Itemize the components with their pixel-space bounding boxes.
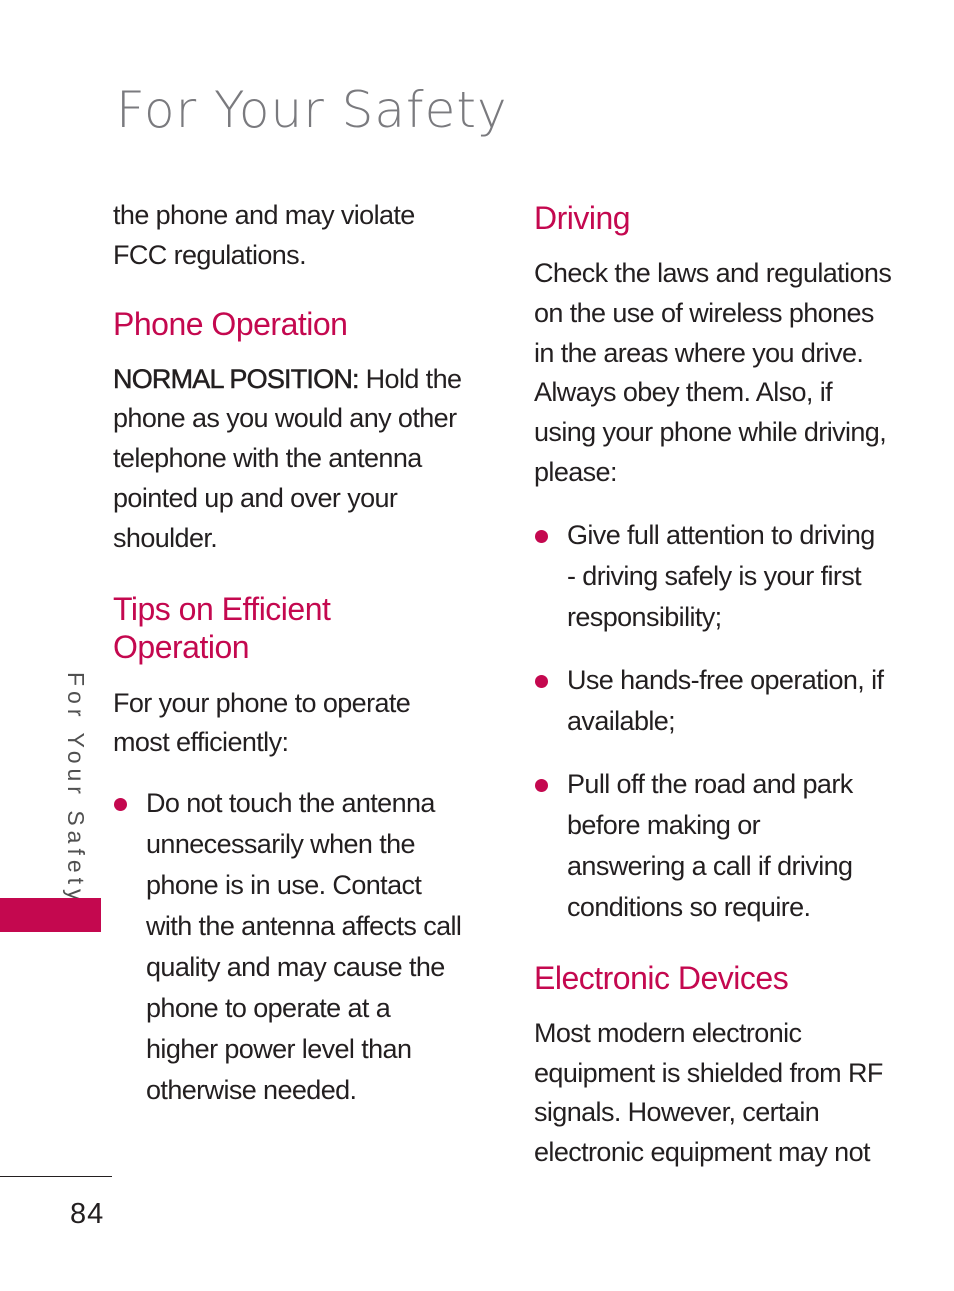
electronic-devices-body: Most modern electronic equipment is shie… — [534, 1017, 883, 1168]
bullet-text: Use hands-free operation, if available; — [567, 664, 884, 736]
driving-bullet-list: Give full attention to driving - driving… — [534, 515, 889, 928]
continuation-text: the phone and may violate FCC regulation… — [113, 196, 483, 276]
bullet-icon — [535, 674, 548, 688]
continuation-line-2: FCC regulations. — [113, 239, 307, 270]
list-item: Do not touch the antenna unnecessarily w… — [113, 783, 468, 1111]
section-tab-marker — [0, 898, 101, 932]
tips-heading: Tips on Efficient Operation — [113, 590, 483, 666]
continuation-line-1: the phone and may violate — [113, 200, 415, 230]
page-title: For Your Safety — [116, 81, 508, 139]
list-item: Give full attention to driving - driving… — [534, 515, 889, 638]
tips-heading-line-1: Tips on Efficient — [113, 590, 331, 627]
right-column: Driving Check the laws and regulations o… — [534, 196, 934, 1173]
left-column: the phone and may violate FCC regulation… — [113, 196, 483, 1111]
phone-operation-heading: Phone Operation — [113, 305, 348, 342]
driving-intro: Check the laws and regulations on the us… — [534, 258, 892, 487]
driving-heading: Driving — [534, 200, 631, 236]
bullet-icon — [535, 529, 548, 543]
normal-position-label: NORMAL POSITION: — [113, 363, 360, 394]
tips-bullet-list: Do not touch the antenna unnecessarily w… — [113, 783, 468, 1111]
page-number: 84 — [70, 1198, 105, 1230]
bullet-icon — [535, 778, 548, 792]
tips-intro: For your phone to operate most efficient… — [113, 687, 411, 758]
footer-divider — [0, 1176, 112, 1177]
bullet-icon — [114, 798, 127, 812]
tips-heading-line-2: Operation — [113, 628, 250, 665]
bullet-text: Pull off the road and park before making… — [567, 768, 853, 922]
electronic-devices-heading: Electronic Devices — [534, 959, 789, 996]
side-section-label: For Your Safety — [63, 672, 89, 906]
bullet-text: Give full attention to driving - driving… — [567, 519, 875, 632]
list-item: Pull off the road and park before making… — [534, 764, 877, 928]
phone-operation-body: NORMAL POSITION: Hold the phone as you w… — [113, 360, 473, 559]
list-item: Use hands-free operation, if available; — [534, 660, 889, 742]
bullet-text: Do not touch the antenna unnecessarily w… — [146, 788, 462, 1106]
